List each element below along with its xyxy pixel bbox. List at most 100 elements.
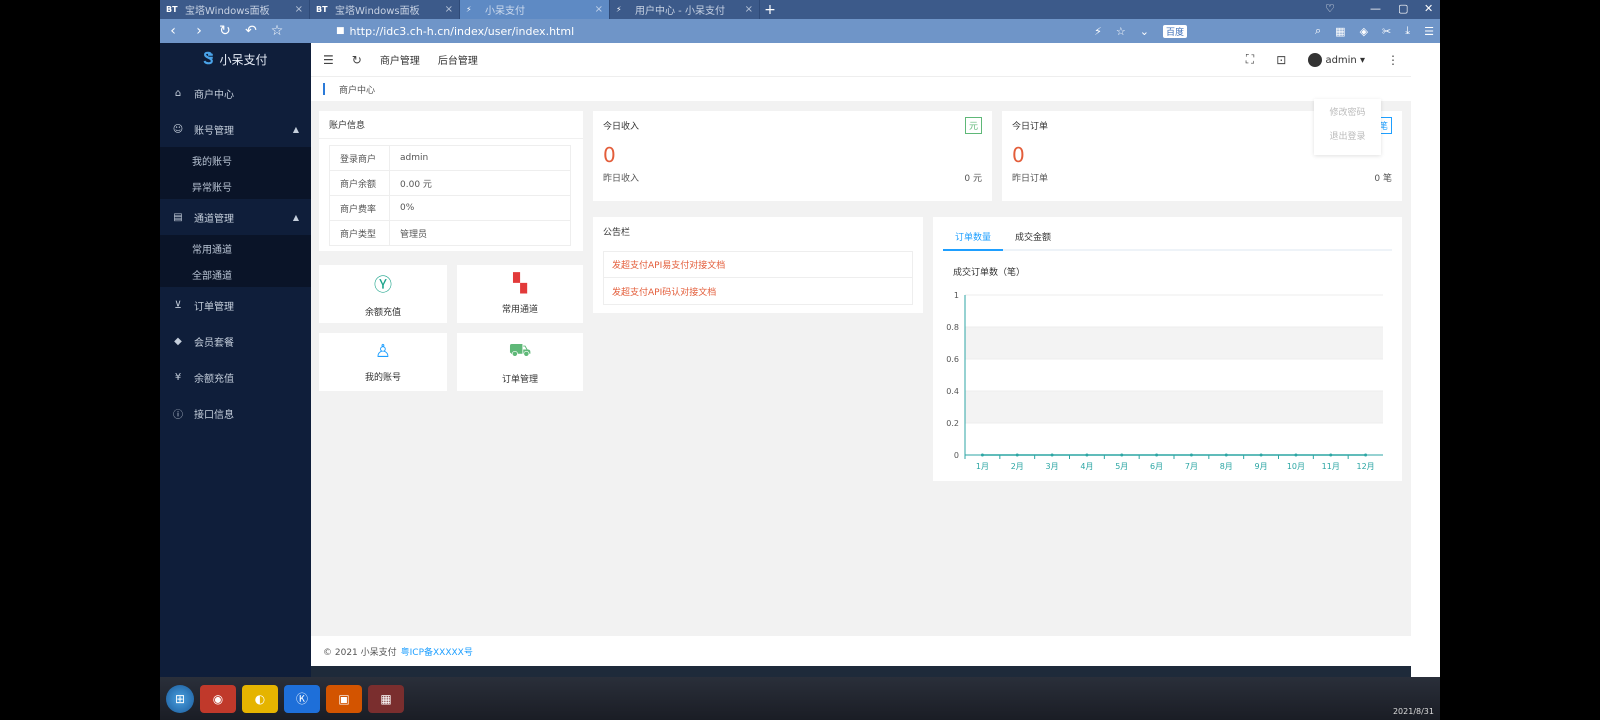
shield-icon[interactable]: ◈ <box>1360 25 1368 38</box>
sidebar-item-label: 订单管理 <box>194 301 234 313</box>
row-label: 商户余额 <box>329 170 390 196</box>
today-income-card: 今日收入 元 0 昨日收入 0 元 <box>593 111 992 201</box>
sidebar-item-my-account[interactable]: 我的账号 <box>160 147 311 173</box>
row-label: 登录商户 <box>329 145 390 171</box>
minimize-icon[interactable]: — <box>1370 2 1381 15</box>
card-title: 公告栏 <box>603 227 631 238</box>
yen-icon: ¥ <box>174 371 182 383</box>
topnav-link-merchant[interactable]: 商户管理 <box>380 52 420 67</box>
bookmark-star-icon[interactable]: ☆ <box>1116 25 1126 38</box>
sidebar-item-merchant-center[interactable]: ⌂ 商户中心 <box>160 75 311 111</box>
row-value: 0.00 元 <box>389 170 571 196</box>
quick-common-channel[interactable]: ▚ 常用通道 <box>457 265 583 323</box>
browser-tab-2[interactable]: BT 宝塔Windows面板 × <box>310 0 460 19</box>
browser-taskbar-icon[interactable]: ◉ <box>200 684 236 713</box>
apps-icon[interactable]: ▦ <box>1335 25 1345 38</box>
browser-tab-1[interactable]: BT 宝塔Windows面板 × <box>160 0 310 19</box>
chevron-down-icon[interactable]: ⌄ <box>1140 25 1149 38</box>
chart-card: 订单数量 成交金额 成交订单数（笔） 0 0.2 0.4 0.6 0.8 1 1月 2月 3月 4… <box>933 217 1402 481</box>
search-icon[interactable]: ⌕ <box>1315 24 1321 38</box>
browser-tab-3[interactable]: ⚡ 小呆支付 × <box>460 0 610 19</box>
sidebar-item-account-management[interactable]: ☺ 账号管理 ▲ <box>160 111 311 147</box>
table-row: 登录商户 admin <box>329 145 571 171</box>
close-window-icon[interactable]: ✕ <box>1424 2 1433 15</box>
row-value: 管理员 <box>389 220 571 246</box>
taskbar: ⊞ ◉ ◐ Ⓚ ▣ ▦ 2021/8/31 <box>160 677 1440 720</box>
scissors-icon[interactable]: ✂ <box>1382 25 1391 38</box>
sidebar-item-common-channel[interactable]: 常用通道 <box>160 235 311 261</box>
sidebar-item-channel-management[interactable]: ▤ 通道管理 ▲ <box>160 199 311 235</box>
chart-title: 成交订单数（笔） <box>953 268 1026 278</box>
card-title: 今日收入 <box>603 121 640 132</box>
menu-item-change-password[interactable]: 修改密码 <box>1314 99 1381 123</box>
user-menu[interactable]: admin ▾ <box>1308 52 1365 67</box>
tab-deal-amount[interactable]: 成交金额 <box>1003 222 1063 250</box>
close-icon[interactable]: × <box>445 4 453 15</box>
hamburger-icon[interactable]: ☰ <box>323 53 334 67</box>
window-edge <box>1411 43 1440 677</box>
reload-icon[interactable]: ↻ <box>218 23 232 39</box>
sidebar-item-balance-recharge[interactable]: ¥ 余额充值 <box>160 359 311 395</box>
undo-icon[interactable]: ↶ <box>244 23 258 39</box>
lock-icon[interactable]: ⊡ <box>1276 53 1286 67</box>
yen-circle-icon: Ⓨ <box>374 274 392 296</box>
back-icon[interactable]: ‹ <box>166 23 180 39</box>
table-row: 商户余额 0.00 元 <box>329 170 571 196</box>
yesterday-orders-value: 0 笔 <box>1374 174 1392 184</box>
close-icon[interactable]: × <box>745 4 753 15</box>
browser-tab-4[interactable]: ⚡ 用户中心 - 小呆支付 × <box>610 0 760 19</box>
app-taskbar-icon[interactable]: ◐ <box>242 684 278 713</box>
brand[interactable]: Ꮥ 小呆支付 <box>160 43 311 75</box>
star-icon[interactable]: ☆ <box>270 23 284 39</box>
refresh-icon[interactable]: ↻ <box>352 53 362 67</box>
notice-card: 公告栏 发超支付API易支付对接文档 发超支付API码认对接文档 <box>593 217 923 313</box>
new-tab-button[interactable]: + <box>760 0 780 19</box>
stat-row: 昨日订单 0 笔 <box>1002 167 1402 188</box>
quick-order-management[interactable]: ⛟ 订单管理 <box>457 333 583 391</box>
sidebar-item-api-info[interactable]: ⓘ 接口信息 <box>160 395 311 431</box>
tab-order-count[interactable]: 订单数量 <box>943 223 1004 251</box>
footer: © 2021 小呆支付 粤ICP备XXXXX号 <box>311 636 1411 666</box>
sidebar-item-member-package[interactable]: ◆ 会员套餐 <box>160 323 311 359</box>
start-button[interactable]: ⊞ <box>166 684 194 713</box>
presentation-taskbar-icon[interactable]: ▣ <box>326 684 362 713</box>
unit-badge: 元 <box>964 116 982 134</box>
menu-item-logout[interactable]: 退出登录 <box>1314 123 1381 147</box>
sidebar-item-all-channel[interactable]: 全部通道 <box>160 261 311 287</box>
y-tick-label: 1 <box>954 291 959 300</box>
more-vertical-icon[interactable]: ⋮ <box>1387 53 1399 67</box>
topnav-link-admin[interactable]: 后台管理 <box>438 52 478 67</box>
close-icon[interactable]: × <box>595 4 603 15</box>
menu-icon[interactable]: ☰ <box>1424 25 1434 38</box>
tab-favicon: BT <box>166 5 178 14</box>
x-tick-label: 8月 <box>1220 462 1233 471</box>
notice-link[interactable]: 发超支付API易支付对接文档 <box>604 252 912 278</box>
quick-label: 常用通道 <box>501 305 538 315</box>
lightning-icon[interactable]: ⚡ <box>1094 25 1102 38</box>
submenu-channel: 常用通道 全部通道 <box>160 235 311 287</box>
url-field[interactable]: ■ http://idc3.ch-h.cn/index/user/index.ht… <box>336 25 1082 38</box>
forward-icon[interactable]: › <box>192 23 206 39</box>
download-icon[interactable]: ⤓ <box>1405 24 1410 38</box>
tab-title: 宝塔Windows面板 <box>335 6 420 17</box>
address-bar-tools: ⚡ ☆ ⌄ 百度 ⌕ ▦ ◈ ✂ ⤓ ☰ <box>1094 24 1434 38</box>
close-icon[interactable]: × <box>295 4 303 15</box>
tools-taskbar-icon[interactable]: ▦ <box>368 684 404 713</box>
icp-link[interactable]: 粤ICP备XXXXX号 <box>401 645 473 658</box>
x-tick-label: 3月 <box>1046 462 1059 471</box>
shield-icon[interactable]: ♡ <box>1325 2 1335 15</box>
fullscreen-icon[interactable]: ⛶ <box>1246 52 1254 67</box>
username: admin <box>1325 54 1357 66</box>
sidebar-item-abnormal-account[interactable]: 异常账号 <box>160 173 311 199</box>
app-k-taskbar-icon[interactable]: Ⓚ <box>284 684 320 713</box>
home-icon: ⌂ <box>174 87 182 99</box>
notice-link[interactable]: 发超支付API码认对接文档 <box>604 278 912 304</box>
user-icon: ☺ <box>172 123 184 135</box>
search-engine[interactable]: 百度 <box>1162 24 1187 38</box>
maximize-icon[interactable]: ▢ <box>1398 2 1408 15</box>
quick-my-account[interactable]: ♙ 我的账号 <box>319 333 447 391</box>
sidebar-item-order-management[interactable]: ⊻ 订单管理 <box>160 287 311 323</box>
breadcrumb: 商户中心 <box>311 77 1411 101</box>
quick-balance-recharge[interactable]: Ⓨ 余额充值 <box>319 265 447 323</box>
grid-band <box>965 327 1383 359</box>
